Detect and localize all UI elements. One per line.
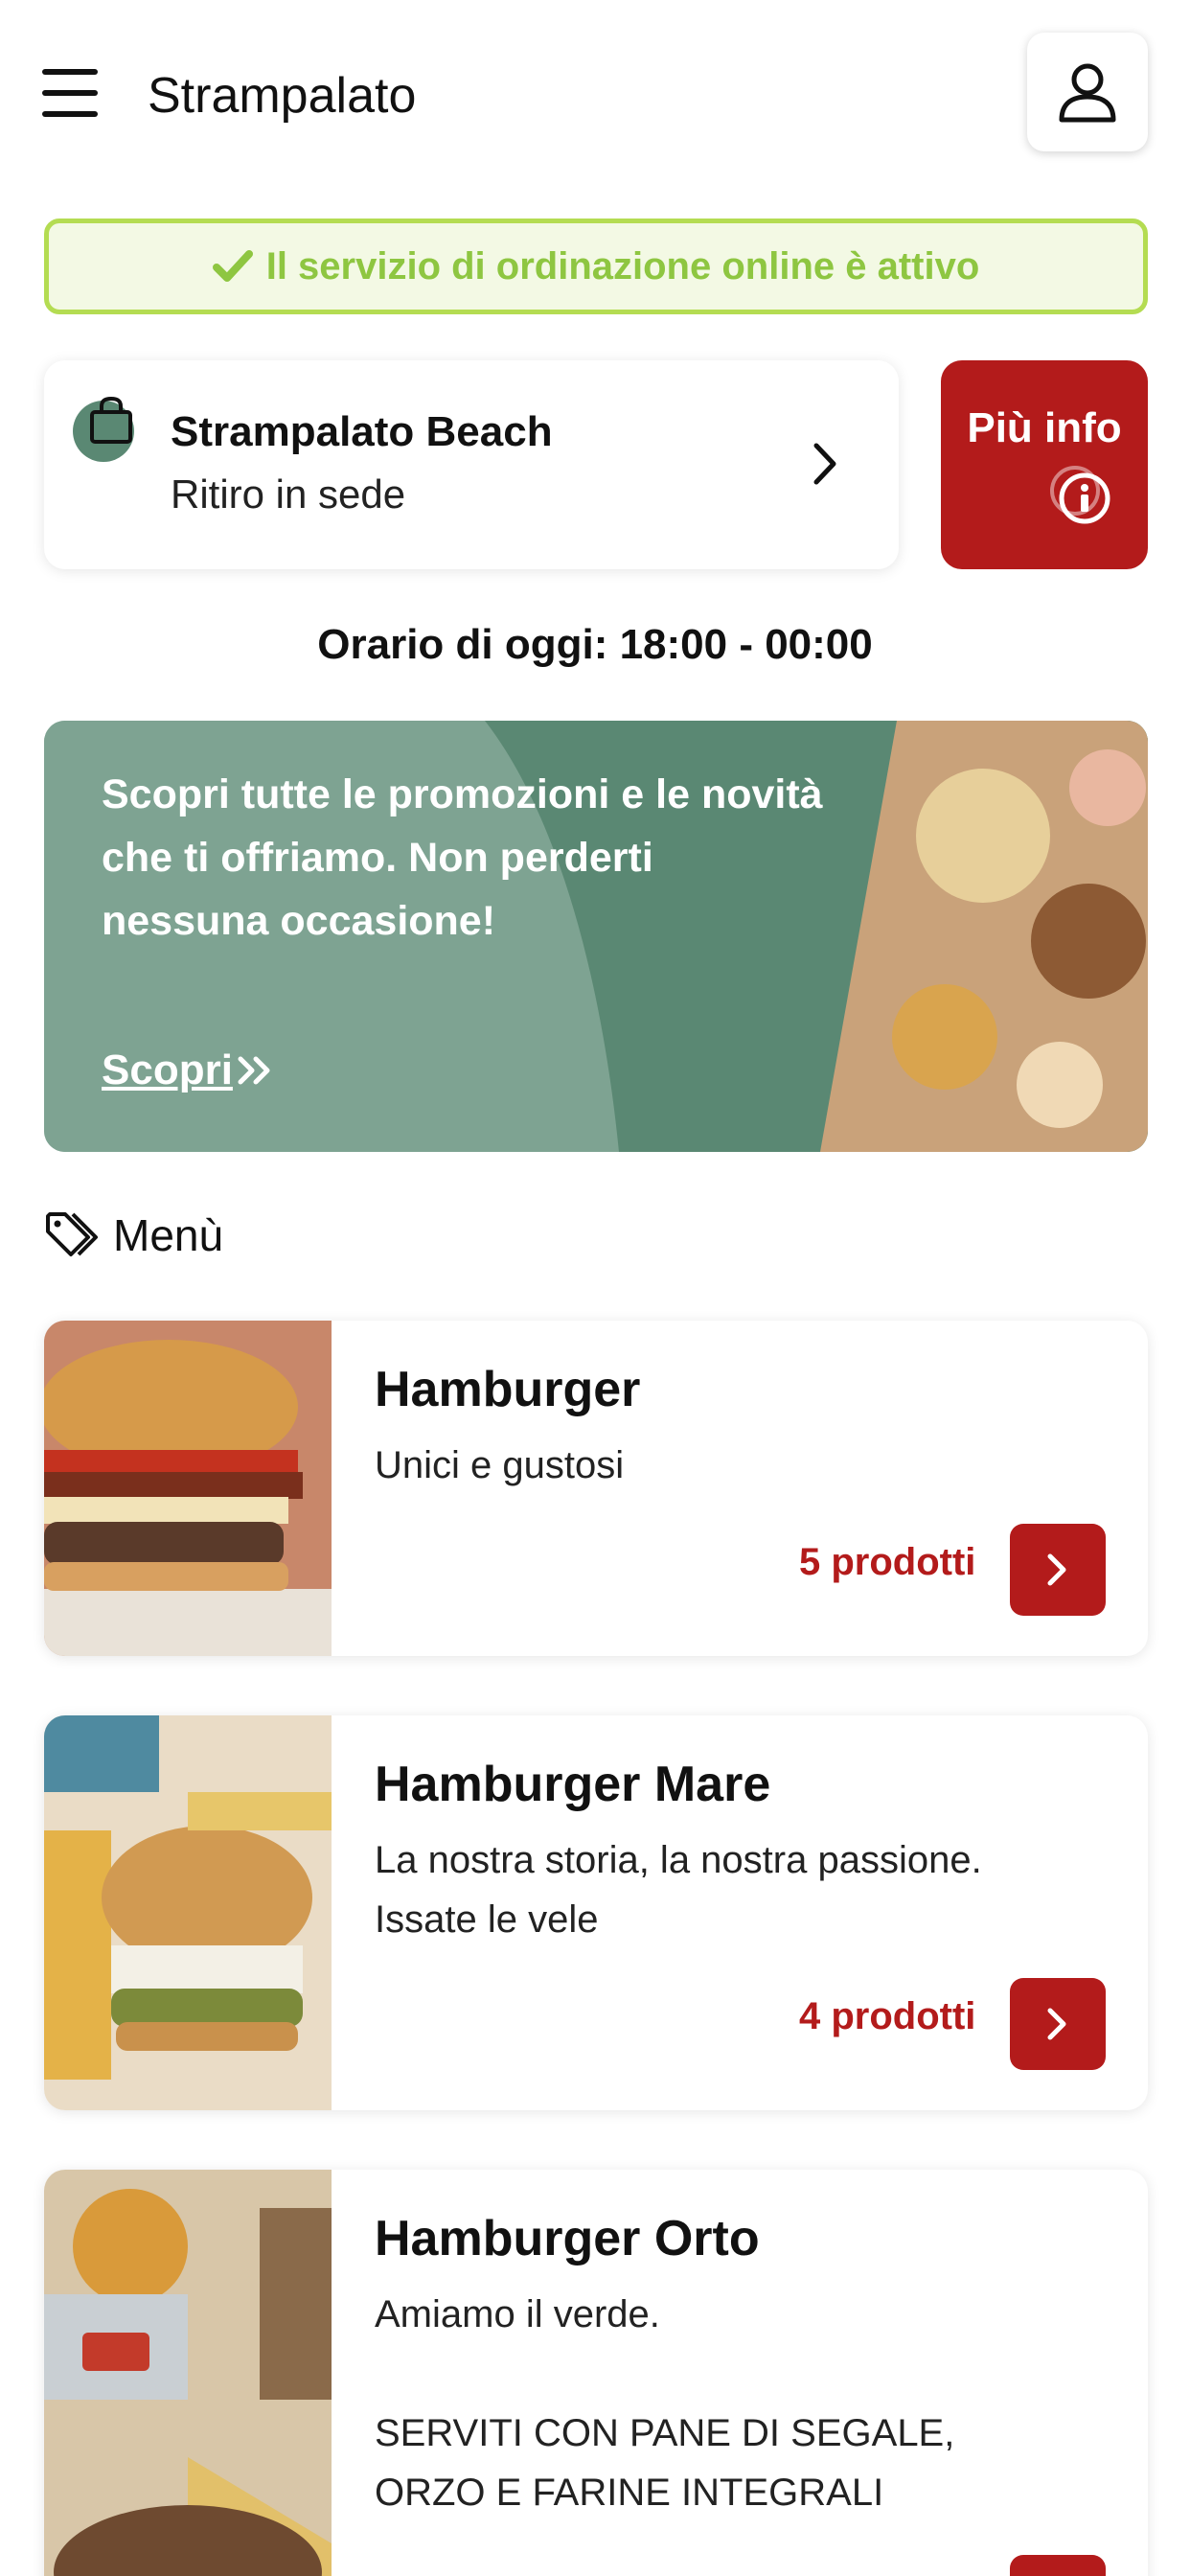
double-chevron-right-icon — [238, 1056, 270, 1085]
category-title: Hamburger — [375, 1362, 641, 1417]
open-category-button[interactable] — [1010, 2555, 1106, 2576]
more-info-button[interactable]: Più info — [941, 360, 1148, 569]
profile-button[interactable] — [1027, 33, 1148, 151]
category-description: La nostra storia, la nostra passione. Is… — [375, 1839, 982, 1941]
category-image-hamburger — [44, 1321, 332, 1656]
menu-category-card[interactable]: Hamburger Mare La nostra storia, la nost… — [44, 1715, 1148, 2110]
category-image-hamburger-orto — [44, 2170, 332, 2576]
category-product-count: 4 prodotti — [799, 1995, 976, 2037]
menu-category-card[interactable]: Hamburger Orto Amiamo il verde. SERVITI … — [44, 2170, 1148, 2576]
promo-text: Scopri tutte le promozioni e le novità c… — [102, 771, 823, 944]
app-header: Strampalato — [0, 0, 1190, 192]
store-fulfillment-mode: Ritiro in sede — [171, 472, 406, 517]
menu-heading-label: Menù — [113, 1210, 224, 1260]
promo-link-label: Scopri — [102, 1046, 233, 1093]
category-product-count: 5 prodotti — [799, 1541, 976, 1583]
chevron-right-icon — [813, 443, 836, 485]
chevron-right-icon — [1047, 1553, 1066, 1586]
store-name: Strampalato Beach — [171, 408, 553, 455]
promotions-banner[interactable]: Scopri tutte le promozioni e le novità c… — [44, 721, 1148, 1152]
online-ordering-status-banner: Il servizio di ordinazione online è atti… — [44, 218, 1148, 314]
user-icon — [1059, 63, 1116, 123]
status-text: Il servizio di ordinazione online è atti… — [265, 244, 980, 288]
app-title: Strampalato — [148, 68, 417, 124]
menu-category-card[interactable]: Hamburger Unici e gustosi 5 prodotti — [44, 1321, 1148, 1656]
category-image-hamburger-mare — [44, 1715, 332, 2110]
hamburger-menu-icon[interactable] — [42, 69, 98, 117]
category-description: Unici e gustosi — [375, 1444, 625, 1486]
category-description: Amiamo il verde. SERVITI CON PANE DI SEG… — [375, 2293, 955, 2514]
open-category-button[interactable] — [1010, 1978, 1106, 2070]
opening-hours-today: Orario di oggi: 18:00 - 00:00 — [317, 621, 873, 668]
open-category-button[interactable] — [1010, 1524, 1106, 1616]
tags-icon — [46, 1212, 98, 1256]
category-title: Hamburger Orto — [375, 2211, 760, 2266]
menu-section-heading: Menù — [44, 1209, 223, 1261]
check-icon — [212, 250, 253, 282]
category-title: Hamburger Mare — [375, 1757, 771, 1812]
store-selector-card[interactable]: Strampalato Beach Ritiro in sede — [44, 360, 899, 569]
promo-discover-link[interactable]: Scopri — [102, 1046, 275, 1094]
more-info-label: Più info — [967, 404, 1122, 451]
shopping-bag-icon — [90, 397, 132, 444]
info-icon — [1050, 466, 1110, 524]
chevron-right-icon — [1047, 2008, 1066, 2040]
